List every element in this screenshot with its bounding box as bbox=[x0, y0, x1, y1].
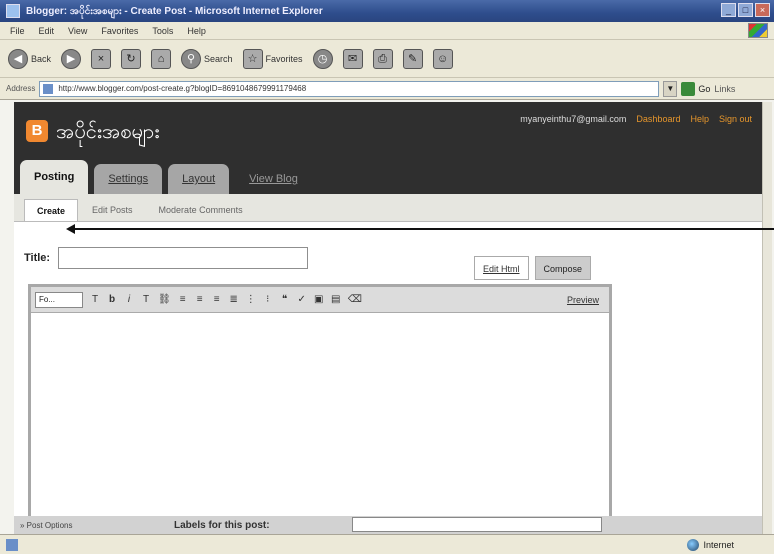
vertical-scrollbar[interactable] bbox=[762, 102, 772, 534]
star-icon: ☆ bbox=[242, 48, 263, 69]
history-button[interactable]: ◷ bbox=[312, 48, 333, 69]
forward-button[interactable]: ▶ bbox=[61, 48, 82, 69]
font-select[interactable]: Fo... bbox=[35, 291, 83, 308]
messenger-button[interactable]: ☺ bbox=[432, 48, 453, 69]
address-bar: Address http://www.blogger.com/post-crea… bbox=[0, 78, 774, 100]
minimize-button[interactable]: _ bbox=[721, 3, 736, 17]
align-justify-icon[interactable]: ≣ bbox=[229, 294, 239, 305]
bulleted-list-icon[interactable]: ⁝ bbox=[263, 294, 273, 305]
font-size-icon[interactable]: T bbox=[90, 294, 100, 305]
subtab-moderate-comments[interactable]: Moderate Comments bbox=[147, 199, 255, 221]
labels-input[interactable] bbox=[352, 517, 602, 532]
print-button[interactable]: ⎙ bbox=[372, 48, 393, 69]
ie-icon bbox=[6, 4, 20, 18]
sign-out-link[interactable]: Sign out bbox=[719, 114, 752, 124]
refresh-button[interactable]: ↻ bbox=[121, 48, 142, 69]
help-link[interactable]: Help bbox=[690, 114, 709, 124]
subtab-create[interactable]: Create bbox=[24, 199, 79, 221]
user-email: myanyeinthu7@gmail.com bbox=[520, 114, 627, 124]
tab-settings[interactable]: Settings bbox=[94, 164, 163, 194]
browser-toolbar: ◀ Back ▶ × ↻ ⌂ ⚲ Search ☆ Favorites ◷ ✉ … bbox=[0, 40, 774, 78]
menu-tools[interactable]: Tools bbox=[152, 26, 173, 36]
bold-icon[interactable]: b bbox=[107, 294, 117, 305]
tab-view-blog[interactable]: View Blog bbox=[235, 164, 312, 194]
labels-label: Labels for this post: bbox=[174, 519, 270, 531]
tab-compose[interactable]: Compose bbox=[534, 256, 592, 280]
labels-row: » Post Options Labels for this post: bbox=[14, 516, 762, 534]
blockquote-icon[interactable]: ❝ bbox=[280, 294, 290, 305]
numbered-list-icon[interactable]: ⋮ bbox=[246, 294, 256, 305]
tab-posting[interactable]: Posting bbox=[20, 160, 89, 194]
address-label: Address bbox=[6, 84, 36, 93]
page-status-icon bbox=[6, 538, 18, 551]
dashboard-link[interactable]: Dashboard bbox=[636, 114, 680, 124]
search-button[interactable]: ⚲ Search bbox=[181, 48, 233, 69]
home-button[interactable]: ⌂ bbox=[151, 48, 172, 69]
align-center-icon[interactable]: ≡ bbox=[195, 294, 205, 305]
text-color-icon[interactable]: T bbox=[141, 294, 151, 305]
blogger-logo-icon[interactable]: B bbox=[26, 120, 48, 142]
italic-icon[interactable]: i bbox=[124, 294, 134, 305]
windows-logo-icon bbox=[748, 23, 768, 38]
mail-button[interactable]: ✉ bbox=[342, 48, 363, 69]
main-tabs: Posting Settings Layout View Blog bbox=[20, 160, 312, 194]
globe-icon bbox=[687, 539, 700, 551]
image-icon[interactable]: ▣ bbox=[314, 294, 324, 305]
tab-edit-html[interactable]: Edit Html bbox=[474, 256, 529, 280]
go-button[interactable]: Go bbox=[681, 81, 710, 96]
menu-favorites[interactable]: Favorites bbox=[101, 26, 138, 36]
search-icon: ⚲ bbox=[181, 48, 202, 69]
menu-bar: File Edit View Favorites Tools Help bbox=[0, 22, 774, 40]
user-links: myanyeinthu7@gmail.com Dashboard Help Si… bbox=[520, 114, 752, 124]
menu-edit[interactable]: Edit bbox=[39, 26, 55, 36]
back-arrow-icon: ◀ bbox=[8, 48, 28, 69]
eraser-icon[interactable]: ⌫ bbox=[348, 294, 362, 305]
align-right-icon[interactable]: ≡ bbox=[212, 294, 222, 305]
security-zone: Internet bbox=[687, 539, 734, 551]
tab-layout[interactable]: Layout bbox=[168, 164, 230, 194]
maximize-button[interactable]: □ bbox=[738, 3, 753, 17]
editor-mode-tabs: Edit Html Compose bbox=[474, 256, 592, 280]
title-label: Title: bbox=[24, 252, 51, 264]
align-left-icon[interactable]: ≡ bbox=[178, 294, 188, 305]
video-icon[interactable]: ▤ bbox=[331, 294, 341, 305]
subtab-edit-posts[interactable]: Edit Posts bbox=[80, 199, 145, 221]
address-input[interactable]: http://www.blogger.com/post-create.g?blo… bbox=[39, 80, 660, 97]
editor-toolbar: Fo... T b i T ⛓ ≡ ≡ ≡ ≣ ⋮ ⁝ ❝ ✓ ▣ ▤ ⌫ Pr… bbox=[31, 287, 609, 313]
title-row: Title: bbox=[24, 247, 309, 269]
post-title-input[interactable] bbox=[58, 247, 309, 269]
stop-button[interactable]: × bbox=[91, 48, 112, 69]
address-url: http://www.blogger.com/post-create.g?blo… bbox=[58, 83, 307, 93]
post-options-link[interactable]: » Post Options bbox=[14, 521, 164, 530]
go-arrow-icon bbox=[681, 81, 696, 96]
zone-label: Internet bbox=[703, 540, 734, 550]
links-button[interactable]: Links bbox=[714, 84, 735, 94]
menu-file[interactable]: File bbox=[10, 26, 25, 36]
window-title: Blogger: အပိုင်းအစများ - Create Post - M… bbox=[26, 5, 323, 17]
callout-arrow bbox=[66, 224, 774, 234]
spellcheck-icon[interactable]: ✓ bbox=[297, 294, 307, 305]
link-icon[interactable]: ⛓ bbox=[158, 294, 171, 305]
menu-view[interactable]: View bbox=[68, 26, 87, 36]
window-titlebar: Blogger: အပိုင်းအစများ - Create Post - M… bbox=[0, 0, 774, 22]
page-icon bbox=[43, 83, 54, 94]
favorites-button[interactable]: ☆ Favorites bbox=[242, 48, 303, 69]
post-editor: Fo... T b i T ⛓ ≡ ≡ ≡ ≣ ⋮ ⁝ ❝ ✓ ▣ ▤ ⌫ Pr… bbox=[28, 284, 612, 529]
address-dropdown[interactable]: ▼ bbox=[663, 80, 678, 97]
page-content: B အပိုင်းအစများ myanyeinthu7@gmail.com D… bbox=[14, 102, 762, 534]
menu-help[interactable]: Help bbox=[187, 26, 206, 36]
back-button[interactable]: ◀ Back bbox=[8, 48, 51, 69]
close-button[interactable]: × bbox=[755, 3, 770, 17]
status-bar: Internet bbox=[0, 534, 774, 554]
preview-link[interactable]: Preview bbox=[567, 295, 599, 305]
posting-subnav: Create Edit Posts Moderate Comments bbox=[14, 194, 762, 222]
blog-title: အပိုင်းအစများ bbox=[56, 119, 160, 143]
edit-button[interactable]: ✎ bbox=[402, 48, 423, 69]
editor-body[interactable] bbox=[31, 313, 609, 518]
blogger-header: B အပိုင်းအစများ myanyeinthu7@gmail.com D… bbox=[14, 102, 762, 194]
